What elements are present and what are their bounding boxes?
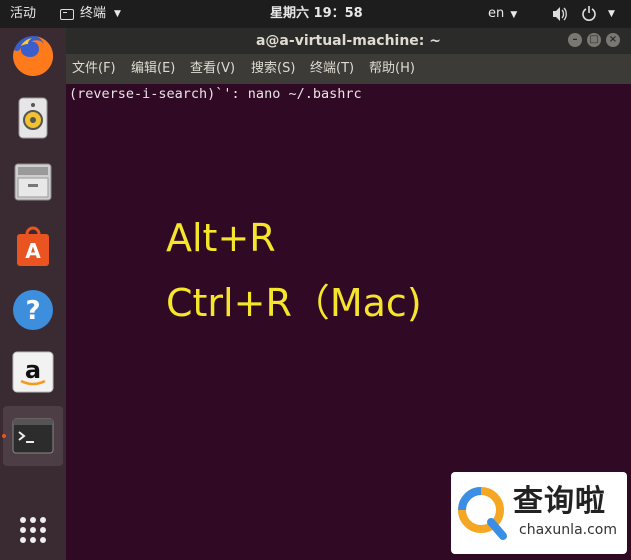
files-icon[interactable] (9, 158, 57, 206)
window-title-bar[interactable]: a@a-virtual-machine: ~ – □ × (66, 28, 631, 54)
help-icon[interactable]: ? (9, 286, 57, 334)
running-indicator (2, 434, 6, 438)
firefox-icon[interactable] (9, 32, 57, 80)
menu-help[interactable]: 帮助(H) (369, 54, 415, 84)
activities-button[interactable]: 活动 (10, 0, 36, 28)
maximize-icon[interactable]: □ (587, 33, 601, 47)
top-panel: 活动 终端 ▼ 星期六 19：58 en ▼ ▼ (0, 0, 631, 28)
volume-icon[interactable] (552, 0, 568, 28)
svg-text:A: A (25, 239, 41, 263)
language-indicator[interactable]: en ▼ (488, 0, 517, 28)
launcher-dock: A ? a (0, 28, 66, 560)
svg-text:?: ? (25, 296, 40, 326)
menu-terminal[interactable]: 终端(T) (310, 54, 354, 84)
watermark-brand: 查询啦 (513, 484, 606, 519)
menu-edit[interactable]: 编辑(E) (131, 54, 175, 84)
terminal-output-line: (reverse-i-search)`': nano ~/.bashrc (69, 86, 362, 102)
app-menu-button[interactable]: 终端 ▼ (60, 0, 121, 28)
watermark: 查询啦 chaxunla.com (451, 472, 627, 554)
power-icon[interactable] (581, 0, 597, 28)
menu-file[interactable]: 文件(F) (72, 54, 116, 84)
svg-text:a: a (25, 356, 41, 384)
rhythmbox-icon[interactable] (9, 94, 57, 142)
terminal-small-icon (60, 8, 74, 20)
window-title: a@a-virtual-machine: ~ (255, 33, 441, 49)
minimize-icon[interactable]: – (568, 33, 582, 47)
language-label: en (488, 6, 505, 21)
amazon-icon[interactable]: a (9, 348, 57, 396)
chevron-down-icon[interactable]: ▼ (608, 0, 615, 28)
menu-search[interactable]: 搜索(S) (251, 54, 295, 84)
chevron-down-icon: ▼ (114, 9, 121, 19)
app-menu-label: 终端 (80, 6, 107, 21)
watermark-url: chaxunla.com (519, 522, 617, 538)
menu-bar: 文件(F) 编辑(E) 查看(V) 搜索(S) 终端(T) 帮助(H) (66, 54, 631, 84)
chevron-down-icon: ▼ (510, 10, 518, 20)
watermark-logo-icon (458, 487, 507, 540)
clock[interactable]: 星期六 19：58 (270, 0, 363, 28)
show-apps-icon[interactable] (9, 506, 57, 554)
terminal-icon[interactable] (9, 412, 57, 460)
close-icon[interactable]: × (606, 33, 620, 47)
software-center-icon[interactable]: A (9, 222, 57, 270)
shortcut-caption-linux: Alt+R (166, 216, 276, 260)
shortcut-caption-mac: Ctrl+R（Mac) (166, 281, 422, 325)
menu-view[interactable]: 查看(V) (190, 54, 235, 84)
